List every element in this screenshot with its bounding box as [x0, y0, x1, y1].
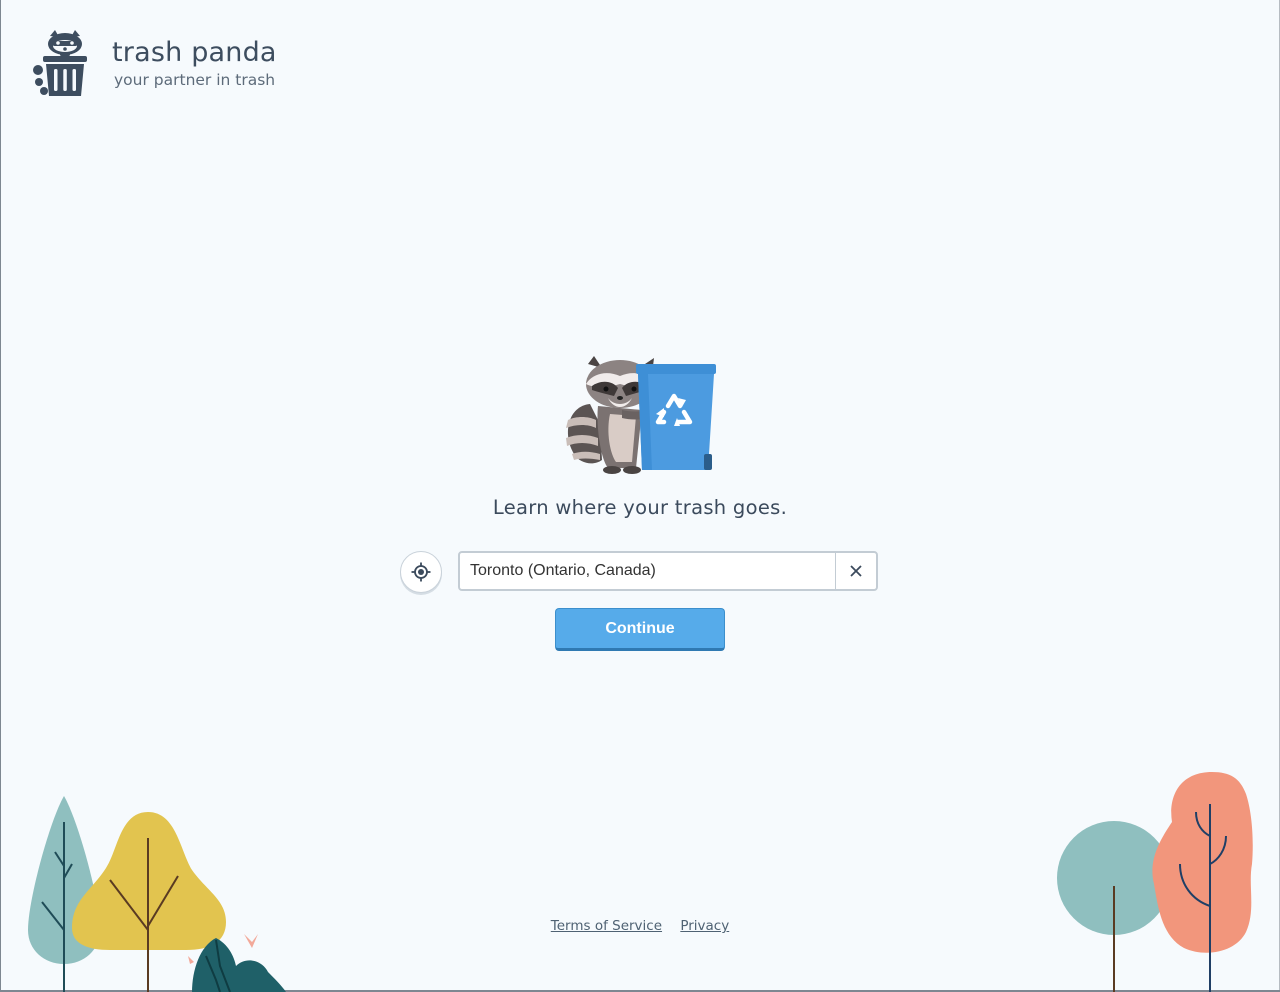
- locate-me-button[interactable]: [400, 551, 442, 593]
- left-trees-illustration: [28, 796, 286, 992]
- brand-tagline: your partner in trash: [114, 71, 276, 89]
- right-trees-illustration: [1057, 772, 1253, 992]
- clear-location-button[interactable]: [835, 553, 876, 589]
- raccoon-trash-can-logo-icon: [33, 30, 87, 96]
- brand-logo-link[interactable]: trash panda your partner in trash: [30, 28, 277, 100]
- continue-button[interactable]: Continue: [555, 608, 725, 651]
- footer-links: Terms of Service Privacy: [0, 918, 1280, 934]
- crosshair-locate-icon: [411, 562, 431, 582]
- privacy-link[interactable]: Privacy: [680, 918, 729, 934]
- location-input[interactable]: [460, 553, 835, 589]
- raccoon-with-recycling-bin-illustration: [566, 356, 716, 474]
- location-field: [458, 551, 878, 591]
- close-x-icon: [850, 565, 862, 577]
- page-headline: Learn where your trash goes.: [492, 496, 788, 519]
- brand-name: trash panda: [112, 37, 277, 68]
- terms-of-service-link[interactable]: Terms of Service: [551, 918, 662, 934]
